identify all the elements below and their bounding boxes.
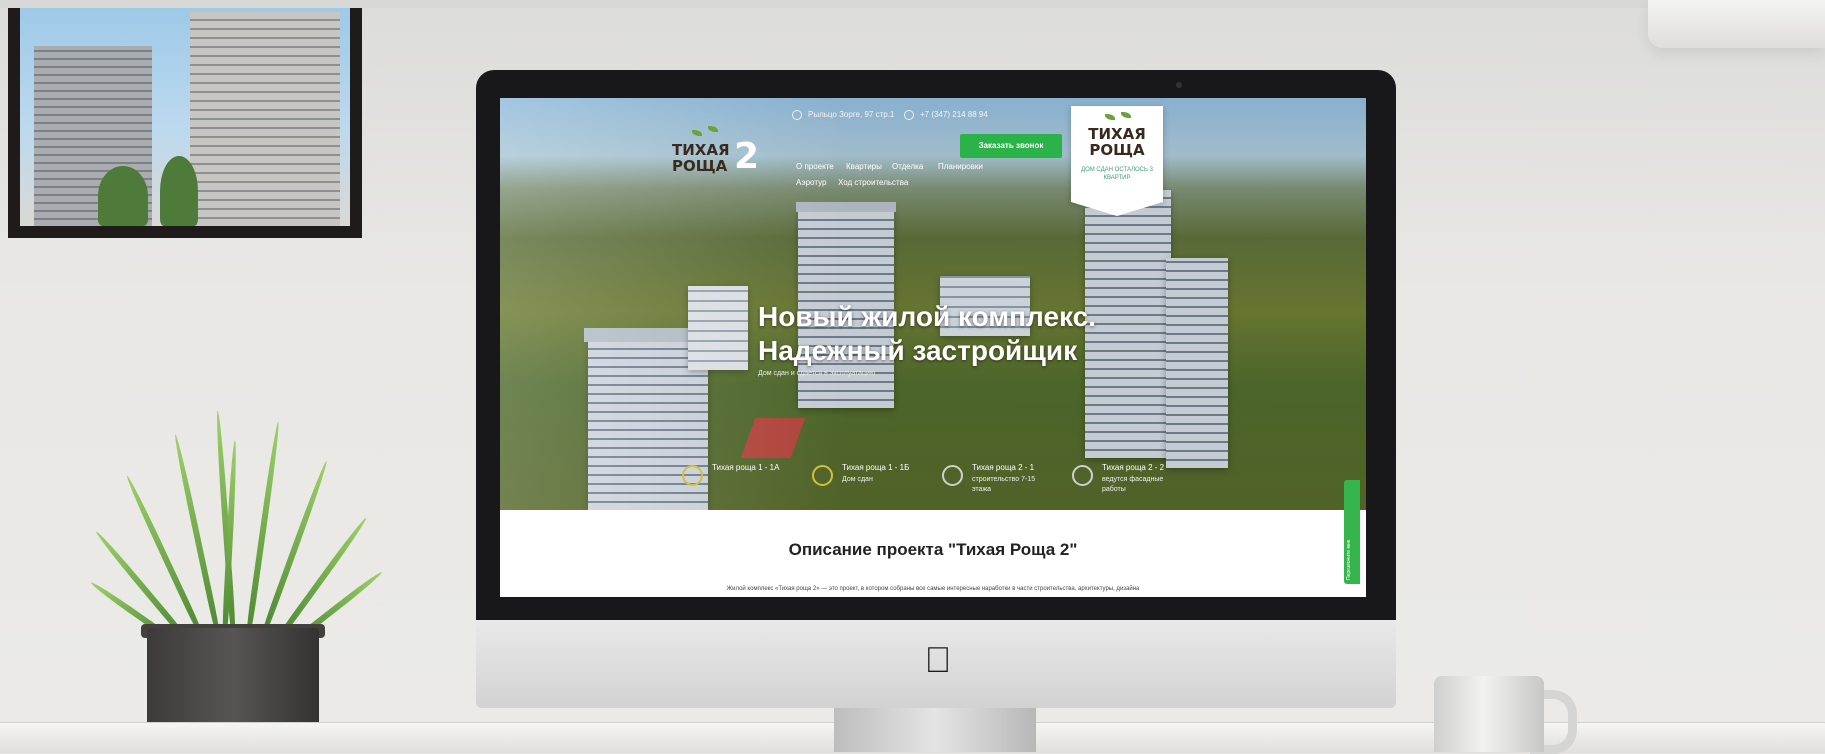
side-tab-label: Перезвоните мне [1346,539,1352,580]
badge-subtitle: ДОМ СДАН ОСТАЛОСЬ 3 КВАРТИР [1081,167,1153,181]
leaf-icon [1121,112,1131,118]
step-desc: строительство 7-15 этажа [972,476,1036,493]
monitor-camera [1176,82,1182,88]
nav-item-construction[interactable]: Ход строительства [838,178,908,187]
logo-wordmark: ТИХАЯ РОЩА [672,142,730,174]
hero-subline: Дом сдан и сдается в эксплуатацию [758,370,876,377]
hero-headline-line-2: Надежный застройщик [758,335,1078,366]
step-ring-icon [1072,465,1093,486]
step-ring-icon [812,465,833,486]
step-ring-icon [942,465,963,486]
step-desc: ведутся фасадные работы [1102,476,1164,493]
nav-item-apartments[interactable]: Квартиры [846,162,882,171]
monitor-stand [834,708,1036,752]
description-title: Описание проекта "Тихая Роща 2" [788,540,1078,559]
location-pin-icon [792,110,802,120]
wall-picture-frame [8,8,362,238]
callback-side-tab[interactable]: Перезвоните мне [1344,480,1360,584]
phone-text[interactable]: +7 (347) 214 88 94 [904,110,988,120]
phone-label: +7 (347) 214 88 94 [920,110,988,120]
address-label: Рыльцо Зорге, 97 стр.1 [808,110,895,120]
picture-tree [98,166,148,226]
leaf-icon [692,130,702,136]
nav-item-about[interactable]: О проекте [796,162,834,171]
logo-line-2: РОЩА [672,157,728,175]
step-title: Тихая роща 1 - 1Б [842,463,910,472]
step-title: Тихая роща 2 - 1 [972,463,1035,472]
nav-item-layouts[interactable]: Планировки [938,162,983,171]
wall-picture [20,8,350,226]
step-title: Тихая роща 2 - 2 [1102,463,1165,472]
phone-icon [904,110,914,120]
nav-item-finishing[interactable]: Отделка [892,162,923,171]
status-badge: ТИХАЯ РОЩА ДОМ СДАН ОСТАЛОСЬ 3 КВАРТИР [1071,106,1163,202]
nav-item-aerotour[interactable]: Аэротур [796,178,826,187]
hero-headline: Новый жилой комплекс. Надежный застройщик [758,300,1096,368]
picture-building-right [190,12,340,226]
badge-tail [1071,202,1163,216]
leaf-icon [1105,114,1115,120]
coffee-cup [1434,676,1544,752]
wall-top-strip [0,0,1825,8]
picture-tree [160,156,198,226]
leaf-icon [708,126,718,132]
order-call-button[interactable]: Заказать звонок [960,134,1062,158]
description-text: Жилой комплекс «Тихая роща 2» — это прое… [726,586,1140,592]
apple-logo-icon:  [921,640,955,680]
hero-section: Рыльцо Зорге, 97 стр.1 +7 (347) 214 88 9… [500,98,1366,510]
step-title: Тихая роща 1 - 1А [712,463,780,472]
step-ring-icon [682,465,703,486]
ceiling-lamp [1648,0,1825,48]
step-desc: Дом сдан [842,476,873,483]
logo-number: 2 [734,136,760,177]
site-logo[interactable]: ТИХАЯ РОЩА 2 [672,126,772,186]
address-text: Рыльцо Зорге, 97 стр.1 [792,110,894,120]
badge-line-2: РОЩА [1089,141,1145,159]
website-screen: Рыльцо Зорге, 97 стр.1 +7 (347) 214 88 9… [500,98,1366,597]
hero-headline-line-1: Новый жилой комплекс. [758,301,1097,332]
badge-wordmark: ТИХАЯ РОЩА [1071,126,1163,158]
